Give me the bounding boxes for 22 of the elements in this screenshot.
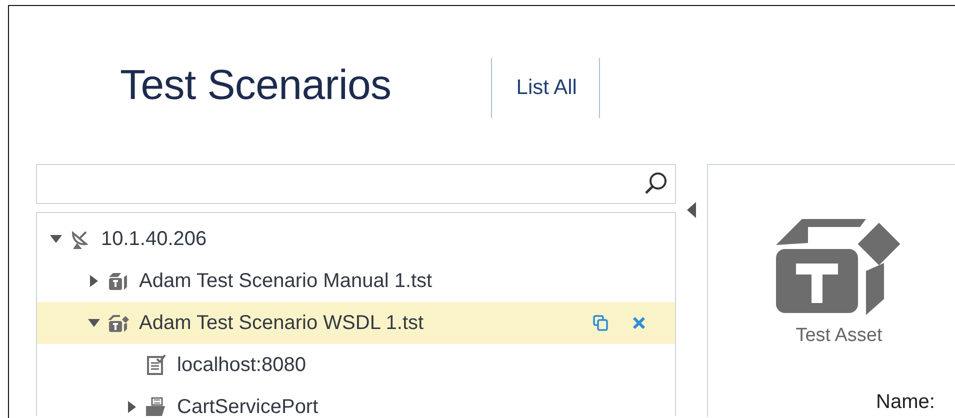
field-label: Name: <box>876 391 935 414</box>
tree-item[interactable]: CartServicePort <box>37 386 675 416</box>
list-all-link[interactable]: List All <box>516 76 577 100</box>
copy-icon[interactable] <box>593 315 609 331</box>
tree-item-label: CartServicePort <box>177 396 318 416</box>
collapse-arrow-icon[interactable] <box>687 202 696 218</box>
tree-item-label: Adam Test Scenario WSDL 1.tst <box>139 312 424 334</box>
box-icon <box>107 270 129 292</box>
tree-item[interactable]: Adam Test Scenario WSDL 1.tst <box>37 302 675 344</box>
close-icon[interactable] <box>631 315 647 331</box>
satellite-dish-icon <box>69 228 91 250</box>
open-box-icon <box>107 312 129 334</box>
tree-item[interactable]: Adam Test Scenario Manual 1.tst <box>37 260 675 302</box>
tree-item-label: Adam Test Scenario Manual 1.tst <box>139 270 432 292</box>
page-title: Test Scenarios <box>120 61 392 109</box>
tree-item-label: 10.1.40.206 <box>101 228 207 250</box>
tree-item[interactable]: 10.1.40.206 <box>37 218 675 260</box>
asset-type-label: Test Asset <box>796 325 882 347</box>
document-check-icon <box>145 354 167 376</box>
search-field[interactable] <box>36 164 676 204</box>
tree-item[interactable]: localhost:8080 <box>37 344 675 386</box>
tree-item-label: localhost:8080 <box>177 354 306 376</box>
